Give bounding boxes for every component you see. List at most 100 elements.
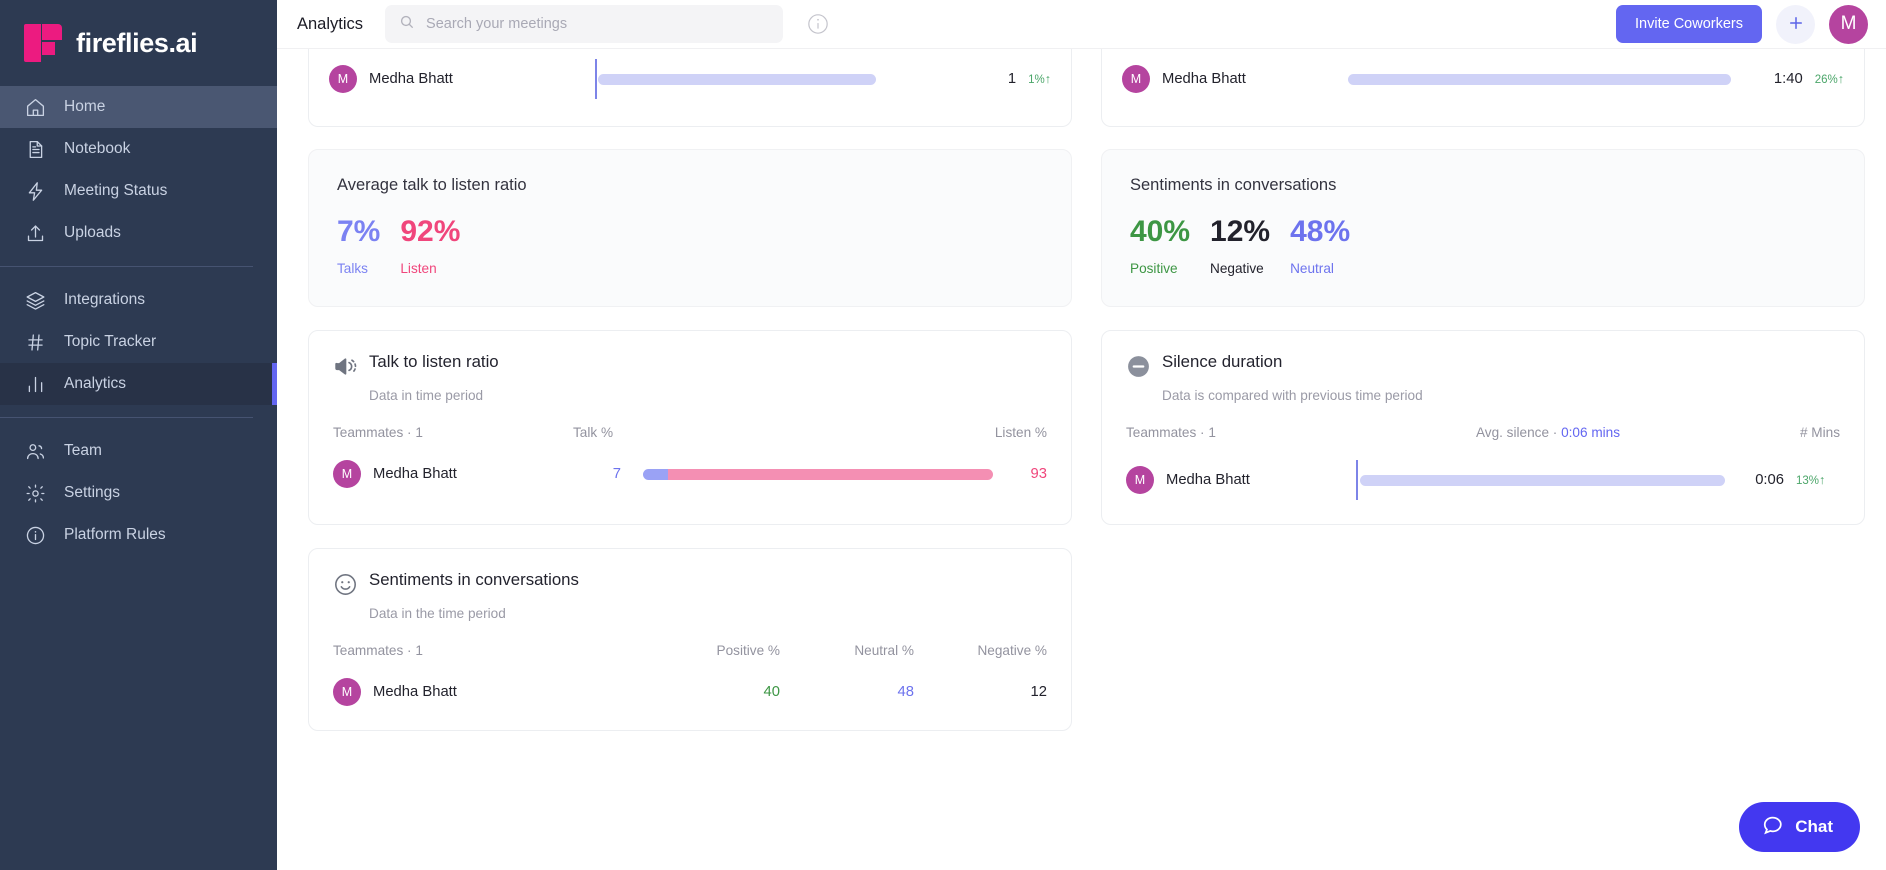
baseline-tick	[595, 59, 597, 99]
sidebar-item-uploads[interactable]: Uploads	[0, 212, 277, 254]
sidebar-item-team[interactable]: Team	[0, 430, 277, 472]
metric-neutral: 48% Neutral	[1290, 217, 1350, 276]
megaphone-icon	[333, 354, 358, 379]
table-row: M Medha Bhatt 40 48 12	[333, 678, 1047, 706]
person-name: Medha Bhatt	[1166, 472, 1250, 488]
column-listen-pct: Listen %	[989, 425, 1047, 440]
metric-label: Negative	[1210, 261, 1270, 276]
card-title: Talk to listen ratio	[369, 353, 499, 371]
card-subtitle: Data in time period	[369, 388, 1047, 403]
value-bar	[1360, 475, 1725, 486]
table-row: M Medha Bhatt 1:40 26%↑	[1102, 49, 1864, 109]
row-value: 1:40	[1747, 71, 1803, 87]
meeting-duration-card-partial: M Medha Bhatt 1:40 26%↑	[1101, 49, 1865, 127]
baseline-tick	[1356, 460, 1358, 500]
table-row: M Medha Bhatt 1 1%↑	[309, 49, 1071, 109]
avatar: M	[1126, 466, 1154, 494]
person-name: Medha Bhatt	[373, 466, 457, 482]
negative-value: 12	[914, 684, 1047, 700]
card-subtitle: Data is compared with previous time peri…	[1162, 388, 1840, 403]
plus-icon	[1787, 14, 1805, 35]
header-info-icon[interactable]	[807, 13, 829, 35]
metric-label: Listen	[400, 261, 460, 276]
detail-row-2: Sentiments in conversations Data in the …	[308, 525, 1865, 731]
column-avg-silence: Avg. silence · 0:06 mins	[1366, 425, 1730, 440]
listen-bar-segment	[668, 469, 994, 480]
user-avatar[interactable]: M	[1829, 5, 1868, 44]
home-icon	[24, 96, 46, 118]
sidebar-item-label: Team	[64, 442, 102, 460]
card-title: Sentiments in conversations	[369, 571, 579, 589]
sidebar-item-settings[interactable]: Settings	[0, 472, 277, 514]
data-table: Teammates · 1 Talk % Listen % M Medha Bh…	[333, 425, 1047, 488]
metric-label: Talks	[337, 261, 380, 276]
sidebar-item-home[interactable]: Home	[0, 86, 277, 128]
value-bar	[1348, 74, 1731, 85]
avatar: M	[333, 678, 361, 706]
lightning-icon	[24, 180, 46, 202]
chat-label: Chat	[1795, 817, 1833, 837]
sidebar-item-integrations[interactable]: Integrations	[0, 279, 277, 321]
person-name: Medha Bhatt	[373, 684, 457, 700]
table-header-row: Teammates · 1 Avg. silence · 0:06 mins #…	[1126, 425, 1840, 444]
hash-icon	[24, 331, 46, 353]
sidebar-item-meeting-status[interactable]: Meeting Status	[0, 170, 277, 212]
metric-value: 40%	[1130, 217, 1190, 247]
sidebar-item-label: Integrations	[64, 291, 145, 309]
search-icon	[399, 14, 415, 35]
sidebar-item-label: Notebook	[64, 140, 130, 158]
sidebar-item-label: Meeting Status	[64, 182, 167, 200]
sidebar-item-label: Home	[64, 98, 105, 116]
bar-zone	[1356, 460, 1732, 500]
metric-label: Positive	[1130, 261, 1190, 276]
avatar: M	[333, 460, 361, 488]
sidebar-item-analytics[interactable]: Analytics	[0, 363, 277, 405]
talk-value: 7	[573, 466, 621, 482]
person-cell: M Medha Bhatt	[333, 460, 573, 488]
search-input[interactable]	[426, 16, 769, 32]
sidebar-item-topic-tracker[interactable]: Topic Tracker	[0, 321, 277, 363]
analytics-content: M Medha Bhatt 1 1%↑ M Medha Bhatt	[277, 49, 1886, 870]
detail-row-1: Talk to listen ratio Data in time period…	[308, 307, 1865, 525]
data-table: Teammates · 1 Positive % Neutral % Negat…	[333, 643, 1047, 706]
listen-value: 93	[1015, 466, 1047, 482]
person-name: Medha Bhatt	[1162, 71, 1348, 87]
sentiments-summary-card: Sentiments in conversations 40% Positive…	[1101, 149, 1865, 307]
sidebar-divider-2	[0, 417, 253, 418]
sidebar-item-platform-rules[interactable]: Platform Rules	[0, 514, 277, 556]
person-cell: M Medha Bhatt	[333, 678, 670, 706]
add-button[interactable]	[1776, 5, 1815, 44]
avg-silence-value: 0:06 mins	[1561, 425, 1620, 440]
invite-coworkers-button[interactable]: Invite Coworkers	[1616, 5, 1762, 43]
avatar: M	[329, 65, 357, 93]
brand-logo[interactable]: fireflies.ai	[0, 0, 277, 86]
positive-value: 40	[670, 684, 780, 700]
layers-icon	[24, 289, 46, 311]
sidebar-item-label: Uploads	[64, 224, 121, 242]
chat-widget-button[interactable]: Chat	[1739, 802, 1860, 852]
metric-value: 92%	[400, 217, 460, 247]
column-talk-pct: Talk %	[573, 425, 655, 440]
card-header: Talk to listen ratio	[333, 353, 1047, 379]
users-icon	[24, 440, 46, 462]
summary-row: Average talk to listen ratio 7% Talks 92…	[308, 127, 1865, 307]
metric-listen: 92% Listen	[400, 217, 460, 276]
talk-to-listen-ratio-card: Talk to listen ratio Data in time period…	[308, 330, 1072, 525]
table-header-row: Teammates · 1 Positive % Neutral % Negat…	[333, 643, 1047, 662]
search-box[interactable]	[385, 5, 783, 43]
sidebar-item-notebook[interactable]: Notebook	[0, 128, 277, 170]
talk-listen-bar	[643, 469, 993, 480]
metric-label: Neutral	[1290, 261, 1350, 276]
card-title: Silence duration	[1162, 353, 1282, 371]
brand-name: fireflies.ai	[76, 28, 197, 59]
avg-talk-listen-card: Average talk to listen ratio 7% Talks 92…	[308, 149, 1072, 307]
avatar: M	[1122, 65, 1150, 93]
sidebar-item-label: Analytics	[64, 375, 126, 393]
column-teammates: Teammates · 1	[333, 425, 573, 440]
sidebar-item-label: Settings	[64, 484, 120, 502]
person-name: Medha Bhatt	[369, 71, 595, 87]
meetings-count-card-partial: M Medha Bhatt 1 1%↑	[308, 49, 1072, 127]
sidebar-nav: Home Notebook Meeting Status Uploads Int…	[0, 86, 277, 556]
row-value: 0:06	[1732, 472, 1784, 488]
upload-icon	[24, 222, 46, 244]
